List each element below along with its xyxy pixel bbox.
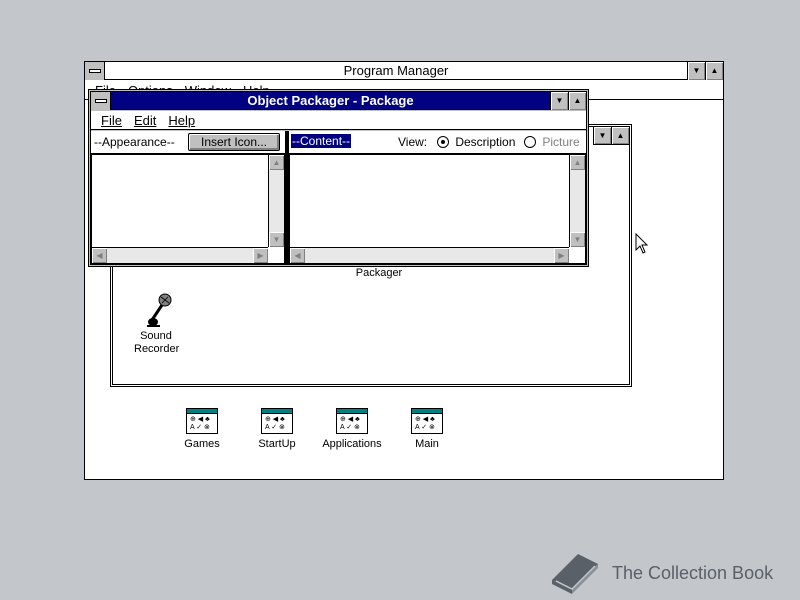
program-group-icon: ⊕ ◀ ♣ A ✓ ⊗ bbox=[186, 408, 218, 434]
minimize-button[interactable]: ▼ bbox=[550, 91, 568, 110]
group-icon-games[interactable]: ⊕ ◀ ♣ A ✓ ⊗ Games bbox=[167, 408, 237, 451]
system-menu-button[interactable] bbox=[91, 91, 111, 110]
group-label: Applications bbox=[322, 438, 382, 450]
packager-header-row: --Appearance-- Insert Icon... --Content-… bbox=[91, 131, 586, 154]
radio-button-selected[interactable] bbox=[437, 136, 449, 148]
menu-edit[interactable]: Edit bbox=[128, 113, 162, 128]
scroll-up-arrow[interactable]: ▲ bbox=[269, 155, 284, 170]
appearance-pane[interactable]: ▲ ▼ ◀ ▶ bbox=[91, 154, 285, 264]
view-picture-label: Picture bbox=[542, 135, 580, 149]
program-label: Sound Recorder bbox=[134, 330, 180, 355]
mouse-pointer-icon bbox=[635, 232, 649, 255]
vertical-scrollbar[interactable]: ▲ ▼ bbox=[569, 155, 585, 247]
vertical-scrollbar[interactable]: ▲ ▼ bbox=[268, 155, 284, 247]
group-label: StartUp bbox=[258, 438, 296, 450]
appearance-label: --Appearance-- bbox=[94, 135, 175, 149]
group-icon-main[interactable]: ⊕ ◀ ♣ A ✓ ⊗ Main bbox=[392, 408, 462, 451]
view-picture-radio[interactable]: Picture bbox=[524, 135, 580, 149]
scroll-left-arrow[interactable]: ◀ bbox=[290, 248, 305, 263]
scroll-left-arrow[interactable]: ◀ bbox=[92, 248, 107, 263]
group-icon-startup[interactable]: ⊕ ◀ ♣ A ✓ ⊗ StartUp bbox=[242, 408, 312, 451]
program-group-icon: ⊕ ◀ ♣ A ✓ ⊗ bbox=[336, 408, 368, 434]
menu-file[interactable]: File bbox=[95, 113, 128, 128]
view-description-radio[interactable]: Description bbox=[437, 135, 515, 149]
view-label: View: bbox=[398, 135, 428, 149]
scroll-down-arrow[interactable]: ▼ bbox=[269, 232, 284, 247]
system-menu-button[interactable] bbox=[85, 61, 105, 80]
program-item-packager[interactable]: Packager bbox=[344, 267, 414, 280]
group-icon-applications[interactable]: ⊕ ◀ ♣ A ✓ ⊗ Applications bbox=[317, 408, 387, 451]
watermark: The Collection Book bbox=[548, 550, 773, 596]
menu-help[interactable]: Help bbox=[162, 113, 201, 128]
watermark-text: The Collection Book bbox=[612, 562, 774, 583]
group-label: Main bbox=[415, 438, 439, 450]
scroll-down-arrow[interactable]: ▼ bbox=[570, 232, 585, 247]
maximize-button[interactable]: ▲ bbox=[705, 61, 723, 80]
pane-splitter[interactable] bbox=[285, 131, 289, 154]
microphone-icon bbox=[140, 292, 172, 328]
radio-button[interactable] bbox=[524, 136, 536, 148]
horizontal-scrollbar[interactable]: ◀ ▶ bbox=[92, 247, 268, 263]
minimize-button[interactable]: ▼ bbox=[593, 127, 611, 145]
program-manager-title: Program Manager bbox=[343, 62, 449, 78]
book-icon bbox=[548, 550, 602, 596]
content-label: --Content-- bbox=[291, 134, 352, 148]
program-label: Packager bbox=[355, 267, 403, 279]
program-group-icon: ⊕ ◀ ♣ A ✓ ⊗ bbox=[411, 408, 443, 434]
object-packager-titlebar[interactable]: Object Packager - Package ▼ ▲ bbox=[91, 91, 586, 110]
minimize-button[interactable]: ▼ bbox=[687, 61, 705, 80]
object-packager-window: Object Packager - Package ▼ ▲ File Edit … bbox=[88, 89, 589, 267]
scroll-up-arrow[interactable]: ▲ bbox=[570, 155, 585, 170]
program-group-icon: ⊕ ◀ ♣ A ✓ ⊗ bbox=[261, 408, 293, 434]
object-packager-title: Object Packager - Package bbox=[247, 92, 414, 108]
horizontal-scrollbar[interactable]: ◀ ▶ bbox=[290, 247, 569, 263]
group-label: Games bbox=[184, 438, 220, 450]
scroll-right-arrow[interactable]: ▶ bbox=[253, 248, 268, 263]
maximize-button[interactable]: ▲ bbox=[568, 91, 586, 110]
object-packager-menubar: File Edit Help bbox=[91, 111, 586, 130]
maximize-button[interactable]: ▲ bbox=[611, 127, 629, 145]
content-pane[interactable]: ▲ ▼ ◀ ▶ bbox=[289, 154, 586, 264]
view-description-label: Description bbox=[455, 135, 516, 149]
insert-icon-button[interactable]: Insert Icon... bbox=[188, 133, 280, 151]
program-manager-titlebar[interactable]: Program Manager ▼ ▲ bbox=[85, 61, 723, 80]
scroll-right-arrow[interactable]: ▶ bbox=[554, 248, 569, 263]
program-item-sound-recorder[interactable]: Sound Recorder bbox=[121, 292, 191, 356]
